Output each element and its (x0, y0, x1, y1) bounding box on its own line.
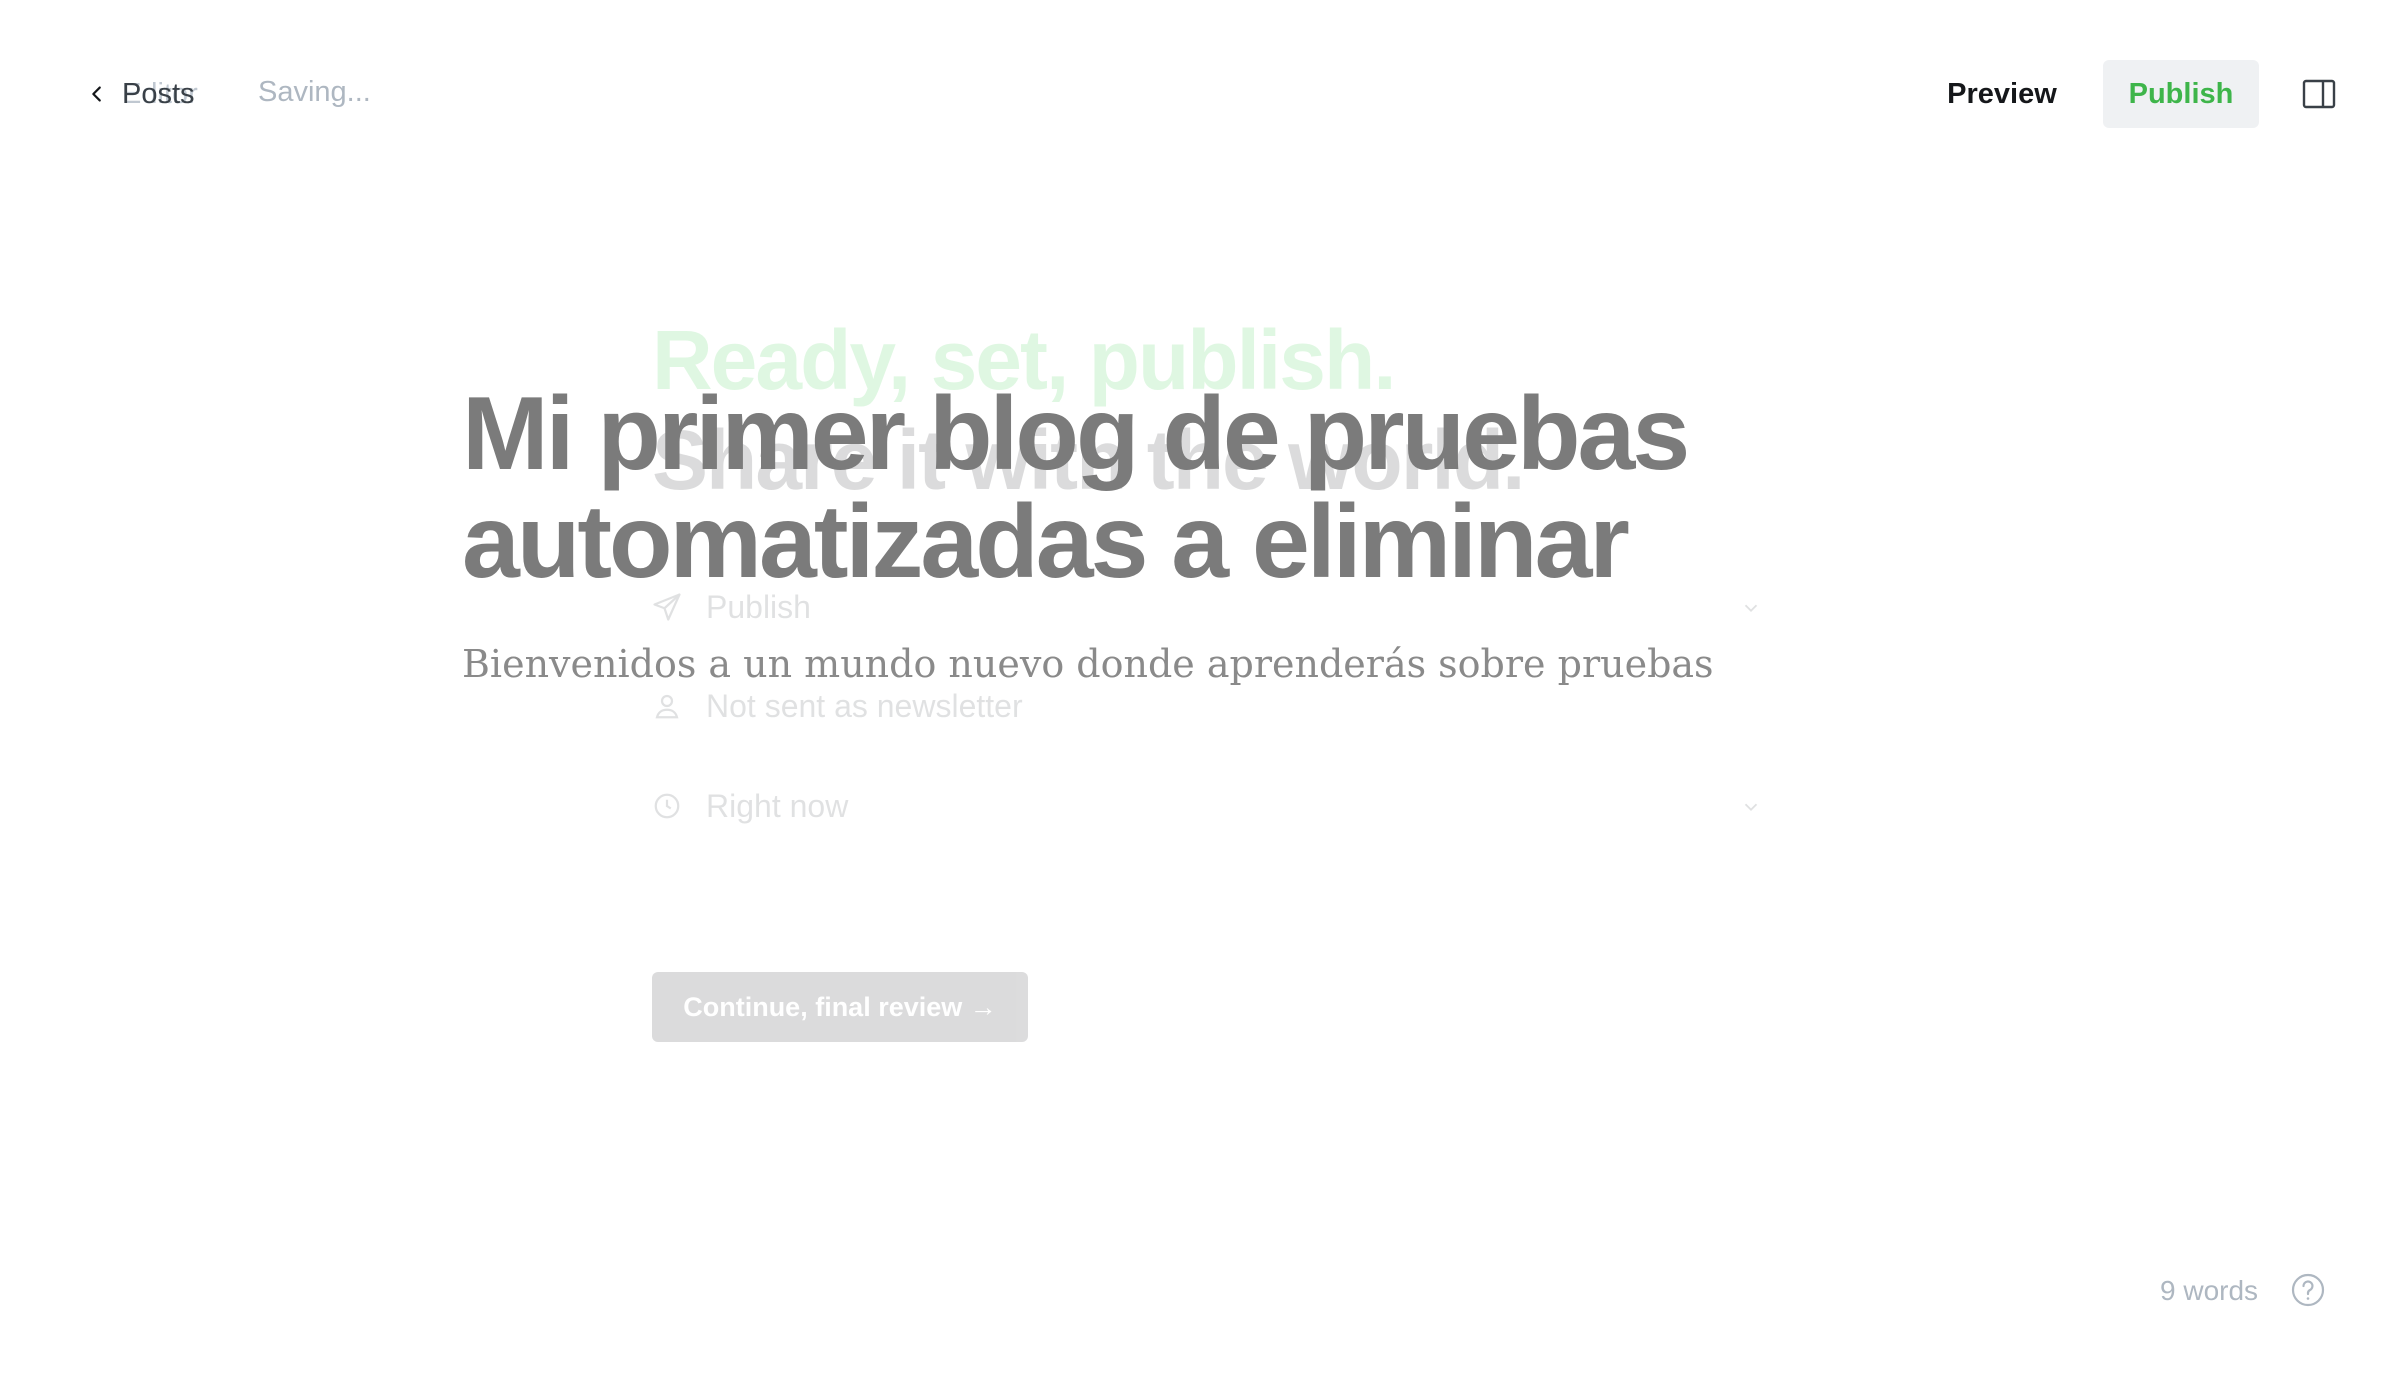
publish-button[interactable]: Publish (2103, 60, 2259, 128)
chevron-down-icon (1744, 604, 1758, 613)
user-icon (655, 694, 679, 719)
back-to-posts-link[interactable]: Editor Posts (86, 72, 198, 116)
clock-icon (654, 793, 680, 819)
post-title[interactable]: Mi primer blog de pruebas automatizadas … (462, 380, 1782, 596)
editor-header: Editor Posts Saving... Preview Publish (0, 0, 2400, 190)
save-status: Saving... (258, 76, 371, 108)
back-label: Editor Posts (122, 76, 198, 112)
newsletter-label: Not sent as newsletter (706, 687, 1023, 724)
post-excerpt[interactable]: Bienvenidos a un mundo nuevo donde apren… (462, 638, 1782, 690)
publish-flow-overlay: Ready, set, publish. Share it with the w… (0, 0, 2400, 1380)
editor-page: Ready, set, publish. Share it with the w… (0, 0, 2400, 1380)
sidebar-toggle-icon[interactable] (2302, 78, 2336, 110)
continue-final-review-button[interactable]: Continue, final review → (652, 972, 1028, 1042)
publish-time-row[interactable]: Right now (652, 784, 1762, 828)
chevron-left-icon (92, 86, 101, 102)
newsletter-row[interactable]: Not sent as newsletter (652, 684, 1762, 728)
back-main-label: Posts (122, 78, 195, 110)
chevron-down-icon (1744, 803, 1758, 812)
publish-time-label: Right now (706, 787, 849, 824)
help-icon[interactable] (2290, 1272, 2326, 1308)
preview-button[interactable]: Preview (1932, 60, 2072, 128)
word-count: 9 words (2160, 1275, 2259, 1306)
